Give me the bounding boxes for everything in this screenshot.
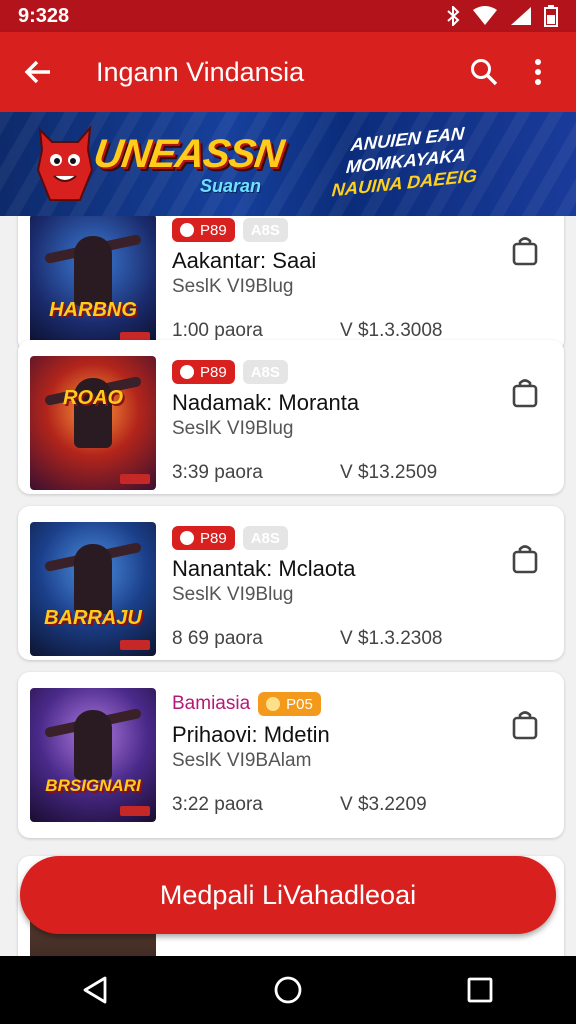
- item-time: 8 69 paora: [172, 628, 263, 649]
- badges: P89 A8S: [172, 218, 288, 242]
- shopping-bag-icon[interactable]: [512, 236, 538, 266]
- item-name: Nanantak: Mclaota: [172, 556, 356, 581]
- nav-recents-icon[interactable]: [465, 975, 495, 1005]
- game-thumbnail: BRSIGNARI: [30, 688, 156, 822]
- app-bar: Ingann Vindansia: [0, 32, 576, 112]
- product-list: HARBNG P89 A8S Aakantar: Saai SeslK VI9B…: [0, 216, 576, 956]
- promo-banner[interactable]: UNEASSN Suaran ANUIEN EAN MOMKAYAKA NAUI…: [0, 112, 576, 216]
- signal-icon: [511, 7, 531, 25]
- back-arrow-icon: [24, 60, 50, 84]
- badges: Bamiasia P05: [172, 692, 321, 716]
- more-options-button[interactable]: [518, 52, 558, 92]
- list-item[interactable]: HARBNG P89 A8S Aakantar: Saai SeslK VI9B…: [18, 216, 564, 352]
- badge-secondary: A8S: [242, 360, 288, 384]
- item-time: 3:39 paora: [172, 462, 263, 483]
- item-seller: SeslK VI9Blug: [172, 418, 294, 439]
- badge-secondary: A8S: [242, 218, 288, 242]
- item-time: 3:22 paora: [172, 794, 263, 815]
- status-icons: [446, 5, 558, 27]
- item-name: Nadamak: Moranta: [172, 390, 360, 415]
- badges: P89 A8S: [172, 526, 288, 550]
- item-price: V $1.3.2308: [340, 628, 443, 649]
- item-seller: SeslK VI9Blug: [172, 584, 294, 605]
- mascot-icon: [36, 124, 94, 201]
- item-time: 1:00 paora: [172, 320, 263, 341]
- search-icon: [471, 59, 498, 86]
- badge-primary: P89: [172, 218, 235, 242]
- shopping-bag-icon[interactable]: [512, 544, 538, 574]
- game-thumbnail: HARBNG: [30, 216, 156, 348]
- bluetooth-icon: [447, 6, 460, 26]
- page-title: Ingann Vindansia: [96, 56, 305, 87]
- item-seller: SeslK VI9BAlam: [172, 750, 312, 771]
- thumbnail-logo: ROAO: [63, 387, 123, 409]
- badge-primary: P89: [172, 360, 235, 384]
- item-genre: Bamiasia: [172, 693, 251, 714]
- primary-action-button[interactable]: Medpali LiVahadleoai: [20, 856, 556, 934]
- badge-primary: P05: [258, 692, 321, 716]
- list-item[interactable]: BRSIGNARI Bamiasia P05 Prihaovi: Mdetin …: [18, 672, 564, 838]
- thumbnail-logo: BRSIGNARI: [45, 776, 141, 795]
- item-name: Prihaovi: Mdetin: [172, 722, 330, 747]
- item-name: Aakantar: Saai: [172, 248, 317, 273]
- list-item[interactable]: ROAO P89 A8S Nadamak: Moranta SeslK VI9B…: [18, 340, 564, 494]
- more-vert-icon: [535, 59, 541, 85]
- thumbnail-logo: BARRAJU: [44, 607, 142, 629]
- nav-back-icon[interactable]: [81, 975, 111, 1005]
- game-thumbnail: ROAO: [30, 356, 156, 490]
- nav-home-icon[interactable]: [273, 975, 303, 1005]
- list-item[interactable]: BARRAJU P89 A8S Nanantak: Mclaota SeslK …: [18, 506, 564, 660]
- battery-icon: [544, 5, 558, 27]
- banner-logo-sub: Suaran: [200, 176, 262, 196]
- wifi-icon: [473, 6, 497, 25]
- item-seller: SeslK VI9Blug: [172, 276, 294, 297]
- badges: P89 A8S: [172, 360, 288, 384]
- thumbnail-logo: HARBNG: [49, 299, 137, 321]
- item-price: V $1.3.3008: [340, 320, 443, 341]
- back-button[interactable]: [18, 52, 58, 92]
- status-time: 9:328: [18, 4, 70, 27]
- status-bar: 9:328: [0, 0, 576, 32]
- item-price: V $13.2509: [340, 462, 438, 483]
- badge-primary: P89: [172, 526, 235, 550]
- banner-logo: UNEASSN: [90, 132, 286, 176]
- shopping-bag-icon[interactable]: [512, 378, 538, 408]
- shopping-bag-icon[interactable]: [512, 710, 538, 740]
- game-thumbnail: BARRAJU: [30, 522, 156, 656]
- badge-secondary: A8S: [242, 526, 288, 550]
- search-button[interactable]: [464, 52, 504, 92]
- system-nav-bar: [0, 956, 576, 1024]
- item-price: V $3.2209: [340, 794, 427, 815]
